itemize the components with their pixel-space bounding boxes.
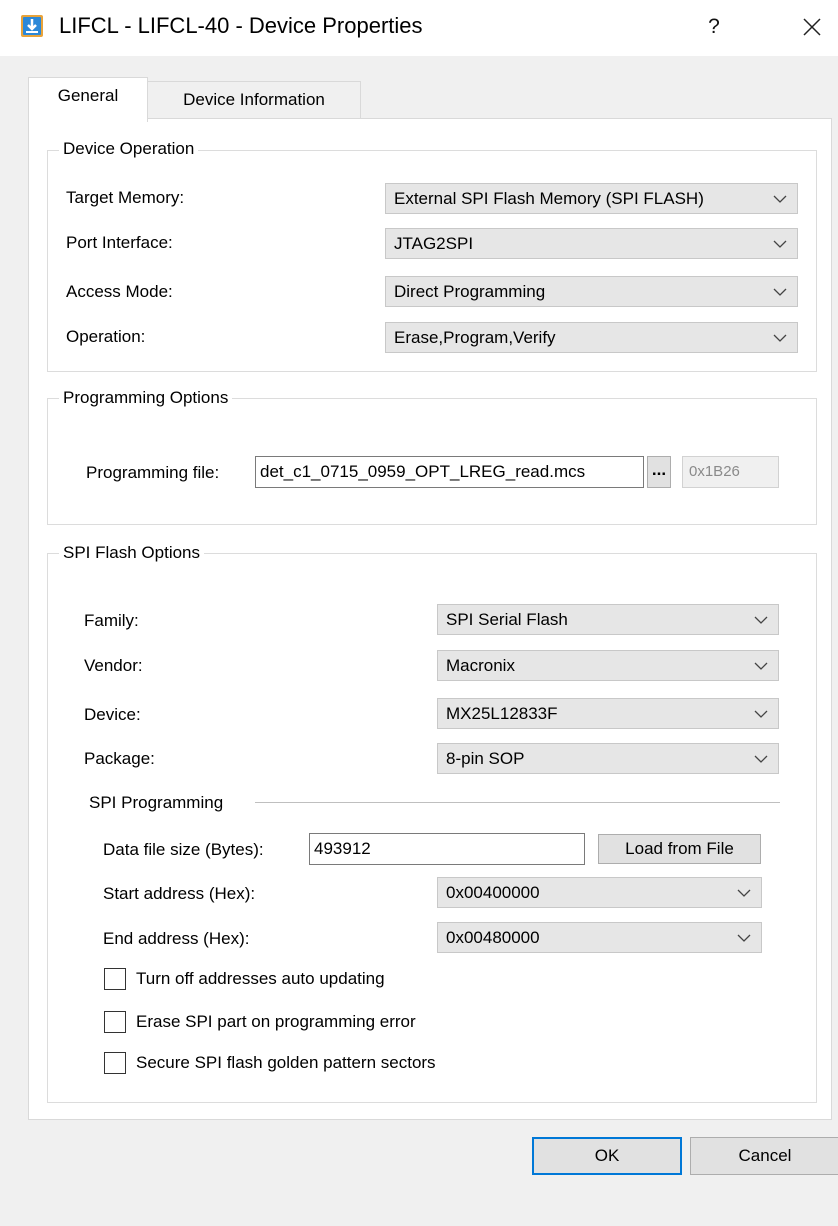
chevron-down-icon xyxy=(773,288,787,296)
ok-button[interactable]: OK xyxy=(532,1137,682,1175)
vendor-value: Macronix xyxy=(446,656,515,675)
package-select[interactable]: 8-pin SOP xyxy=(437,743,779,774)
cancel-button[interactable]: Cancel xyxy=(690,1137,838,1175)
family-value: SPI Serial Flash xyxy=(446,610,568,629)
device-operation-legend: Device Operation xyxy=(59,139,199,159)
access-mode-label: Access Mode: xyxy=(66,282,173,301)
vendor-select[interactable]: Macronix xyxy=(437,650,779,681)
chevron-down-icon xyxy=(773,195,787,203)
operation-label: Operation: xyxy=(66,327,146,346)
target-memory-value: External SPI Flash Memory (SPI FLASH) xyxy=(394,189,704,208)
secure-golden-sectors-checkbox[interactable] xyxy=(104,1052,126,1074)
help-icon: ? xyxy=(708,15,720,38)
secure-golden-sectors-label[interactable]: Secure SPI flash golden pattern sectors xyxy=(136,1053,436,1073)
chevron-down-icon xyxy=(754,755,768,763)
port-interface-label: Port Interface: xyxy=(66,233,173,252)
start-address-label: Start address (Hex): xyxy=(103,884,256,903)
spi-programming-legend: SPI Programming xyxy=(89,793,224,812)
help-button[interactable]: ? xyxy=(694,10,734,44)
programming-options-legend: Programming Options xyxy=(59,388,233,408)
programming-file-value: det_c1_0715_0959_OPT_LREG_read.mcs xyxy=(260,462,586,481)
end-address-label: End address (Hex): xyxy=(103,929,250,948)
family-select[interactable]: SPI Serial Flash xyxy=(437,604,779,635)
checksum-field: 0x1B26 xyxy=(682,456,779,488)
load-from-file-label: Load from File xyxy=(625,839,734,858)
chevron-down-icon xyxy=(754,616,768,624)
package-value: 8-pin SOP xyxy=(446,749,525,768)
browse-file-label: ... xyxy=(651,460,667,479)
device-value: MX25L12833F xyxy=(446,704,558,723)
title-bar: LIFCL - LIFCL-40 - Device Properties ? xyxy=(0,0,838,56)
tab-general[interactable]: General xyxy=(28,77,148,122)
checksum-value: 0x1B26 xyxy=(689,463,740,480)
tab-general-label: General xyxy=(57,86,119,105)
start-address-value: 0x00400000 xyxy=(446,883,540,902)
programming-file-input[interactable]: det_c1_0715_0959_OPT_LREG_read.mcs xyxy=(255,456,644,488)
turn-off-auto-update-checkbox[interactable] xyxy=(104,968,126,990)
operation-select[interactable]: Erase,Program,Verify xyxy=(385,322,798,353)
end-address-select[interactable]: 0x00480000 xyxy=(437,922,762,953)
port-interface-value: JTAG2SPI xyxy=(394,234,474,253)
chevron-down-icon xyxy=(737,934,751,942)
tab-device-information-label: Device Information xyxy=(183,90,325,109)
family-label: Family: xyxy=(84,611,139,630)
chevron-down-icon xyxy=(773,240,787,248)
end-address-value: 0x00480000 xyxy=(446,928,540,947)
tab-device-information[interactable]: Device Information xyxy=(147,81,361,119)
close-button[interactable] xyxy=(792,10,832,44)
turn-off-auto-update-label[interactable]: Turn off addresses auto updating xyxy=(136,969,385,989)
access-mode-select[interactable]: Direct Programming xyxy=(385,276,798,307)
device-label: Device: xyxy=(84,705,141,724)
package-label: Package: xyxy=(84,749,155,768)
data-file-size-label: Data file size (Bytes): xyxy=(103,840,264,859)
app-icon xyxy=(20,14,44,38)
browse-file-button[interactable]: ... xyxy=(647,456,671,488)
programming-file-label: Programming file: xyxy=(86,463,220,482)
load-from-file-button[interactable]: Load from File xyxy=(598,834,761,864)
chevron-down-icon xyxy=(773,334,787,342)
access-mode-value: Direct Programming xyxy=(394,282,546,301)
vendor-label: Vendor: xyxy=(84,656,143,675)
spi-programming-separator xyxy=(255,802,780,803)
start-address-select[interactable]: 0x00400000 xyxy=(437,877,762,908)
target-memory-select[interactable]: External SPI Flash Memory (SPI FLASH) xyxy=(385,183,798,214)
ok-label: OK xyxy=(594,1146,620,1165)
chevron-down-icon xyxy=(737,889,751,897)
port-interface-select[interactable]: JTAG2SPI xyxy=(385,228,798,259)
chevron-down-icon xyxy=(754,710,768,718)
chevron-down-icon xyxy=(754,662,768,670)
operation-value: Erase,Program,Verify xyxy=(394,328,556,347)
window-title: LIFCL - LIFCL-40 - Device Properties xyxy=(59,13,423,38)
data-file-size-input[interactable]: 493912 xyxy=(309,833,585,865)
device-select[interactable]: MX25L12833F xyxy=(437,698,779,729)
cancel-label: Cancel xyxy=(738,1146,792,1165)
erase-on-error-label[interactable]: Erase SPI part on programming error xyxy=(136,1012,416,1032)
spi-flash-options-legend: SPI Flash Options xyxy=(59,543,205,563)
target-memory-label: Target Memory: xyxy=(66,188,185,207)
data-file-size-value: 493912 xyxy=(314,839,371,858)
close-icon xyxy=(803,18,821,36)
erase-on-error-checkbox[interactable] xyxy=(104,1011,126,1033)
